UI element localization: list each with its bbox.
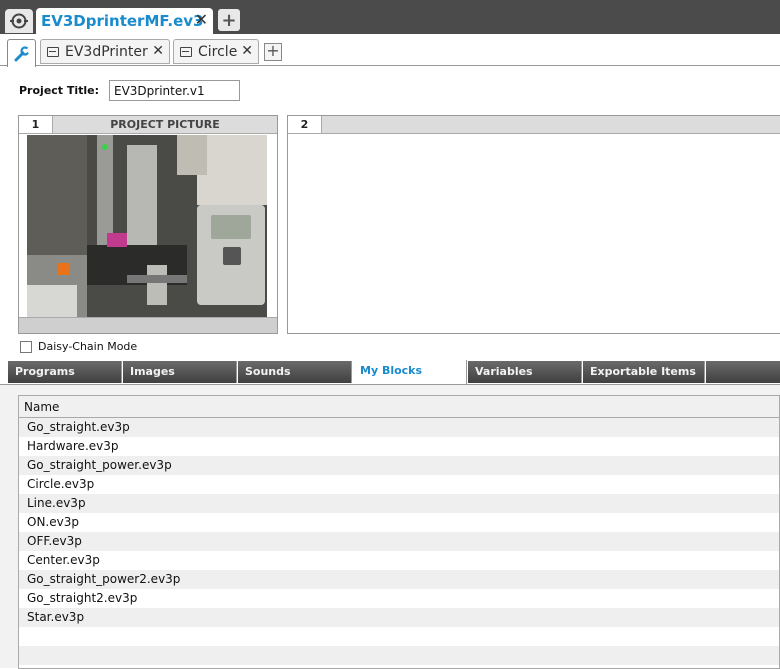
list-item[interactable]: ON.ev3p xyxy=(19,513,779,532)
program-tab-bar: EV3dPrinter ✕ Circle ✕ + xyxy=(0,34,780,67)
list-item[interactable]: Hardware.ev3p xyxy=(19,437,779,456)
my-blocks-panel: Name Go_straight.ev3p Hardware.ev3p Go_s… xyxy=(0,384,780,669)
panel-header: 2 xyxy=(288,116,780,134)
program-tab-circle[interactable]: Circle ✕ xyxy=(173,39,259,64)
close-icon[interactable]: ✕ xyxy=(241,43,253,59)
close-icon[interactable]: ✕ xyxy=(195,10,208,29)
tab-images[interactable]: Images xyxy=(123,361,237,383)
file-tab-label: EV3DprinterMF.ev3 xyxy=(41,12,204,30)
program-tab-label: EV3dPrinter xyxy=(65,43,148,60)
wrench-icon xyxy=(14,45,31,61)
list-item[interactable]: Go_straight_power.ev3p xyxy=(19,456,779,475)
list-item[interactable]: OFF.ev3p xyxy=(19,532,779,551)
tab-exportable-items[interactable]: Exportable Items xyxy=(583,361,705,383)
tab-programs[interactable]: Programs xyxy=(8,361,122,383)
picture-panel-2: 2 xyxy=(287,115,780,334)
list-item-empty xyxy=(19,627,779,646)
lobby-icon xyxy=(10,13,28,29)
column-header-name[interactable]: Name xyxy=(19,396,779,418)
my-blocks-list: Name Go_straight.ev3p Hardware.ev3p Go_s… xyxy=(18,395,780,669)
project-picture-panel: 1 PROJECT PICTURE xyxy=(18,115,278,334)
project-properties-tab[interactable] xyxy=(7,39,36,67)
tab-sounds[interactable]: Sounds xyxy=(238,361,352,383)
list-item-empty xyxy=(19,646,779,665)
project-picture-image[interactable] xyxy=(27,135,267,317)
tab-strip-filler xyxy=(706,361,780,383)
panel-header: 1 PROJECT PICTURE xyxy=(19,116,277,134)
close-icon[interactable]: ✕ xyxy=(152,43,164,59)
daisy-chain-label: Daisy-Chain Mode xyxy=(38,340,138,353)
panel-title xyxy=(322,116,780,133)
program-icon xyxy=(47,46,59,57)
list-item[interactable]: Go_straight2.ev3p xyxy=(19,589,779,608)
panel-number: 1 xyxy=(19,116,53,133)
list-item[interactable]: Star.ev3p xyxy=(19,608,779,627)
daisy-chain-checkbox[interactable] xyxy=(20,340,32,353)
panel-footer xyxy=(19,317,277,333)
file-tab-bar: EV3DprinterMF.ev3 ✕ + xyxy=(0,0,780,34)
tab-variables[interactable]: Variables xyxy=(468,361,582,383)
project-title-input[interactable] xyxy=(109,80,240,101)
add-program-button[interactable]: + xyxy=(264,43,282,61)
program-tab-label: Circle xyxy=(198,43,238,60)
list-item[interactable]: Center.ev3p xyxy=(19,551,779,570)
panel-title: PROJECT PICTURE xyxy=(110,118,220,131)
panel-number: 2 xyxy=(288,116,322,133)
project-title-label: Project Title: xyxy=(19,84,100,97)
list-item[interactable]: Circle.ev3p xyxy=(19,475,779,494)
list-item[interactable]: Line.ev3p xyxy=(19,494,779,513)
program-tab-ev3dprinter[interactable]: EV3dPrinter ✕ xyxy=(40,39,170,64)
file-tab[interactable]: EV3DprinterMF.ev3 ✕ xyxy=(36,8,213,34)
project-content-tabs: Programs Images Sounds My Blocks Variabl… xyxy=(0,360,780,384)
list-item[interactable]: Go_straight.ev3p xyxy=(19,418,779,437)
add-file-button[interactable]: + xyxy=(218,9,240,31)
lobby-button[interactable] xyxy=(5,9,33,33)
daisy-chain-row: Daisy-Chain Mode xyxy=(20,340,137,353)
program-icon xyxy=(180,46,192,57)
list-item[interactable]: Go_straight_power2.ev3p xyxy=(19,570,779,589)
tab-my-blocks[interactable]: My Blocks xyxy=(353,360,467,384)
